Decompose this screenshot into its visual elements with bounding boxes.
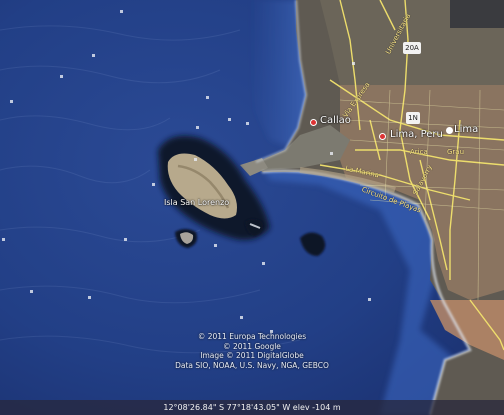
callao-placemark-icon[interactable]: [310, 119, 317, 126]
coordinates-readout: 12°08'26.84" S 77°18'43.05" W elev -104 …: [163, 403, 341, 412]
lima-capital-icon[interactable]: [446, 127, 453, 134]
attribution-line: © 2011 Google: [223, 341, 281, 351]
highway-shield-20a: 20A: [403, 42, 421, 54]
road-label-arica: Arica: [410, 148, 428, 156]
attribution-line: Image © 2011 DigitalGlobe: [200, 351, 304, 360]
highway-shield-1n: 1N: [406, 112, 420, 124]
lima-placemark-icon[interactable]: [379, 133, 386, 140]
place-label-lima[interactable]: Lima: [454, 124, 478, 135]
place-label-isla-san-lorenzo[interactable]: Isla San Lorenzo: [164, 198, 229, 207]
attribution-line: Data SIO, NOAA, U.S. Navy, NGA, GEBCO: [175, 360, 329, 370]
place-label-lima-peru[interactable]: Lima, Peru: [390, 129, 443, 140]
map-viewport[interactable]: 20A 1N Universitaria Via Expresa Arica G…: [0, 0, 504, 415]
attribution: © 2011 Europa Technologies © 2011 Google…: [0, 332, 504, 370]
road-label-grau: Grau: [447, 148, 465, 156]
dark-patch: [450, 0, 504, 28]
place-label-callao[interactable]: Callao: [320, 115, 351, 126]
attribution-line: © 2011 Europa Technologies: [197, 332, 307, 341]
status-bar: 12°08'26.84" S 77°18'43.05" W elev -104 …: [0, 400, 504, 415]
